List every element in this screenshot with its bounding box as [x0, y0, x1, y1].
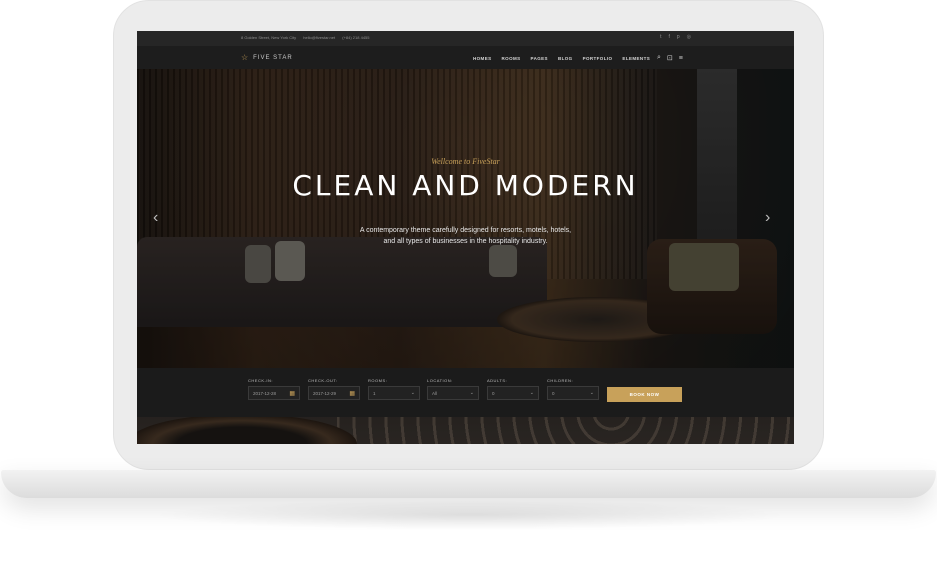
site-logo[interactable]: ☆ FIVE STAR — [241, 54, 293, 62]
menu-item-homes[interactable]: HOMES — [473, 56, 492, 61]
menu-item-portfolio[interactable]: PORTFOLIO — [583, 56, 613, 61]
booking-form: CHECK-IN: 2017-12-28 ▦ CHECK-OUT: 2017-1… — [137, 368, 794, 417]
children-label: CHILDREN: — [547, 378, 574, 383]
twitter-icon[interactable]: t — [660, 34, 661, 40]
location-value: All — [432, 390, 438, 396]
laptop-base — [1, 470, 936, 498]
website-screen: 8 Golden Street, New York City hello@fiv… — [137, 31, 794, 444]
calendar-icon[interactable]: ▦ — [289, 390, 295, 397]
chevron-down-icon: ⌄ — [529, 390, 534, 396]
laptop-shadow — [150, 500, 790, 530]
checkout-input[interactable]: 2017-12-29 ▦ — [308, 386, 360, 400]
location-select[interactable]: All ⌄ — [427, 386, 479, 400]
rooms-label: ROOMS: — [368, 378, 388, 383]
logo-text: FIVE STAR — [253, 55, 293, 61]
checkout-label: CHECK-OUT: — [308, 378, 338, 383]
pinterest-icon[interactable]: p — [677, 34, 680, 40]
chevron-down-icon: ⌄ — [410, 390, 415, 396]
adults-label: ADULTS: — [487, 378, 508, 383]
star-icon: ☆ — [241, 53, 249, 62]
rooms-value: 1 — [373, 390, 376, 396]
search-icon[interactable]: ⌕ — [657, 54, 661, 62]
checkin-field: CHECK-IN: 2017-12-28 ▦ — [248, 378, 300, 400]
slider-prev-arrow[interactable]: ‹ — [153, 209, 158, 227]
chevron-down-icon: ⌄ — [589, 390, 594, 396]
menu-item-blog[interactable]: BLOG — [558, 56, 573, 61]
email-link[interactable]: hello@fivestar.net — [303, 35, 335, 40]
menu-icon[interactable]: ≡ — [679, 55, 683, 62]
address-text: 8 Golden Street, New York City — [241, 35, 297, 40]
checkout-value: 2017-12-29 — [313, 390, 337, 396]
children-select[interactable]: 0 ⌄ — [547, 386, 599, 400]
location-label: LOCATION: — [427, 378, 453, 383]
hero-description: A contemporary theme carefully designed … — [137, 225, 794, 247]
nav-icons: ⌕ ⊡ ≡ — [657, 54, 683, 62]
instagram-icon[interactable]: ◎ — [687, 34, 691, 40]
hero-desc-line: and all types of businesses in the hospi… — [383, 238, 548, 245]
menu-item-pages[interactable]: PAGES — [531, 56, 548, 61]
main-navbar: ☆ FIVE STAR HOMES ROOMS PAGES BLOG PORTF… — [137, 46, 794, 69]
book-now-button[interactable]: BOOK NOW — [607, 387, 682, 402]
rooms-select[interactable]: 1 ⌄ — [368, 386, 420, 400]
slider-next-arrow[interactable]: › — [765, 209, 770, 227]
adults-field: ADULTS: 0 ⌄ — [487, 378, 539, 400]
social-links: t f p ◎ — [660, 34, 691, 40]
checkin-value: 2017-12-28 — [253, 390, 277, 396]
checkout-field: CHECK-OUT: 2017-12-29 ▦ — [308, 378, 360, 400]
menu-item-elements[interactable]: ELEMENTS — [622, 56, 650, 61]
location-field: LOCATION: All ⌄ — [427, 378, 479, 400]
adults-select[interactable]: 0 ⌄ — [487, 386, 539, 400]
children-field: CHILDREN: 0 ⌄ — [547, 378, 599, 400]
menu-item-rooms[interactable]: ROOMS — [502, 56, 521, 61]
adults-value: 0 — [492, 390, 495, 396]
hero-slider: Wellcome to FiveStar CLEAN AND MODERN A … — [137, 69, 794, 444]
checkin-input[interactable]: 2017-12-28 ▦ — [248, 386, 300, 400]
rooms-field: ROOMS: 1 ⌄ — [368, 378, 420, 400]
children-value: 0 — [552, 390, 555, 396]
checkin-label: CHECK-IN: — [248, 378, 273, 383]
hero-welcome: Wellcome to FiveStar — [431, 157, 500, 166]
hero-headline: CLEAN AND MODERN — [292, 169, 639, 202]
hero-desc-line: A contemporary theme carefully designed … — [359, 227, 572, 234]
cart-icon[interactable]: ⊡ — [667, 54, 673, 62]
phone-text: (+84) 218 4455 — [342, 35, 370, 40]
chevron-down-icon: ⌄ — [469, 390, 474, 396]
calendar-icon[interactable]: ▦ — [349, 390, 355, 397]
facebook-icon[interactable]: f — [668, 34, 669, 40]
top-info-bar: 8 Golden Street, New York City hello@fiv… — [137, 31, 794, 47]
main-menu: HOMES ROOMS PAGES BLOG PORTFOLIO ELEMENT… — [473, 56, 650, 61]
contact-info: 8 Golden Street, New York City hello@fiv… — [241, 35, 376, 40]
